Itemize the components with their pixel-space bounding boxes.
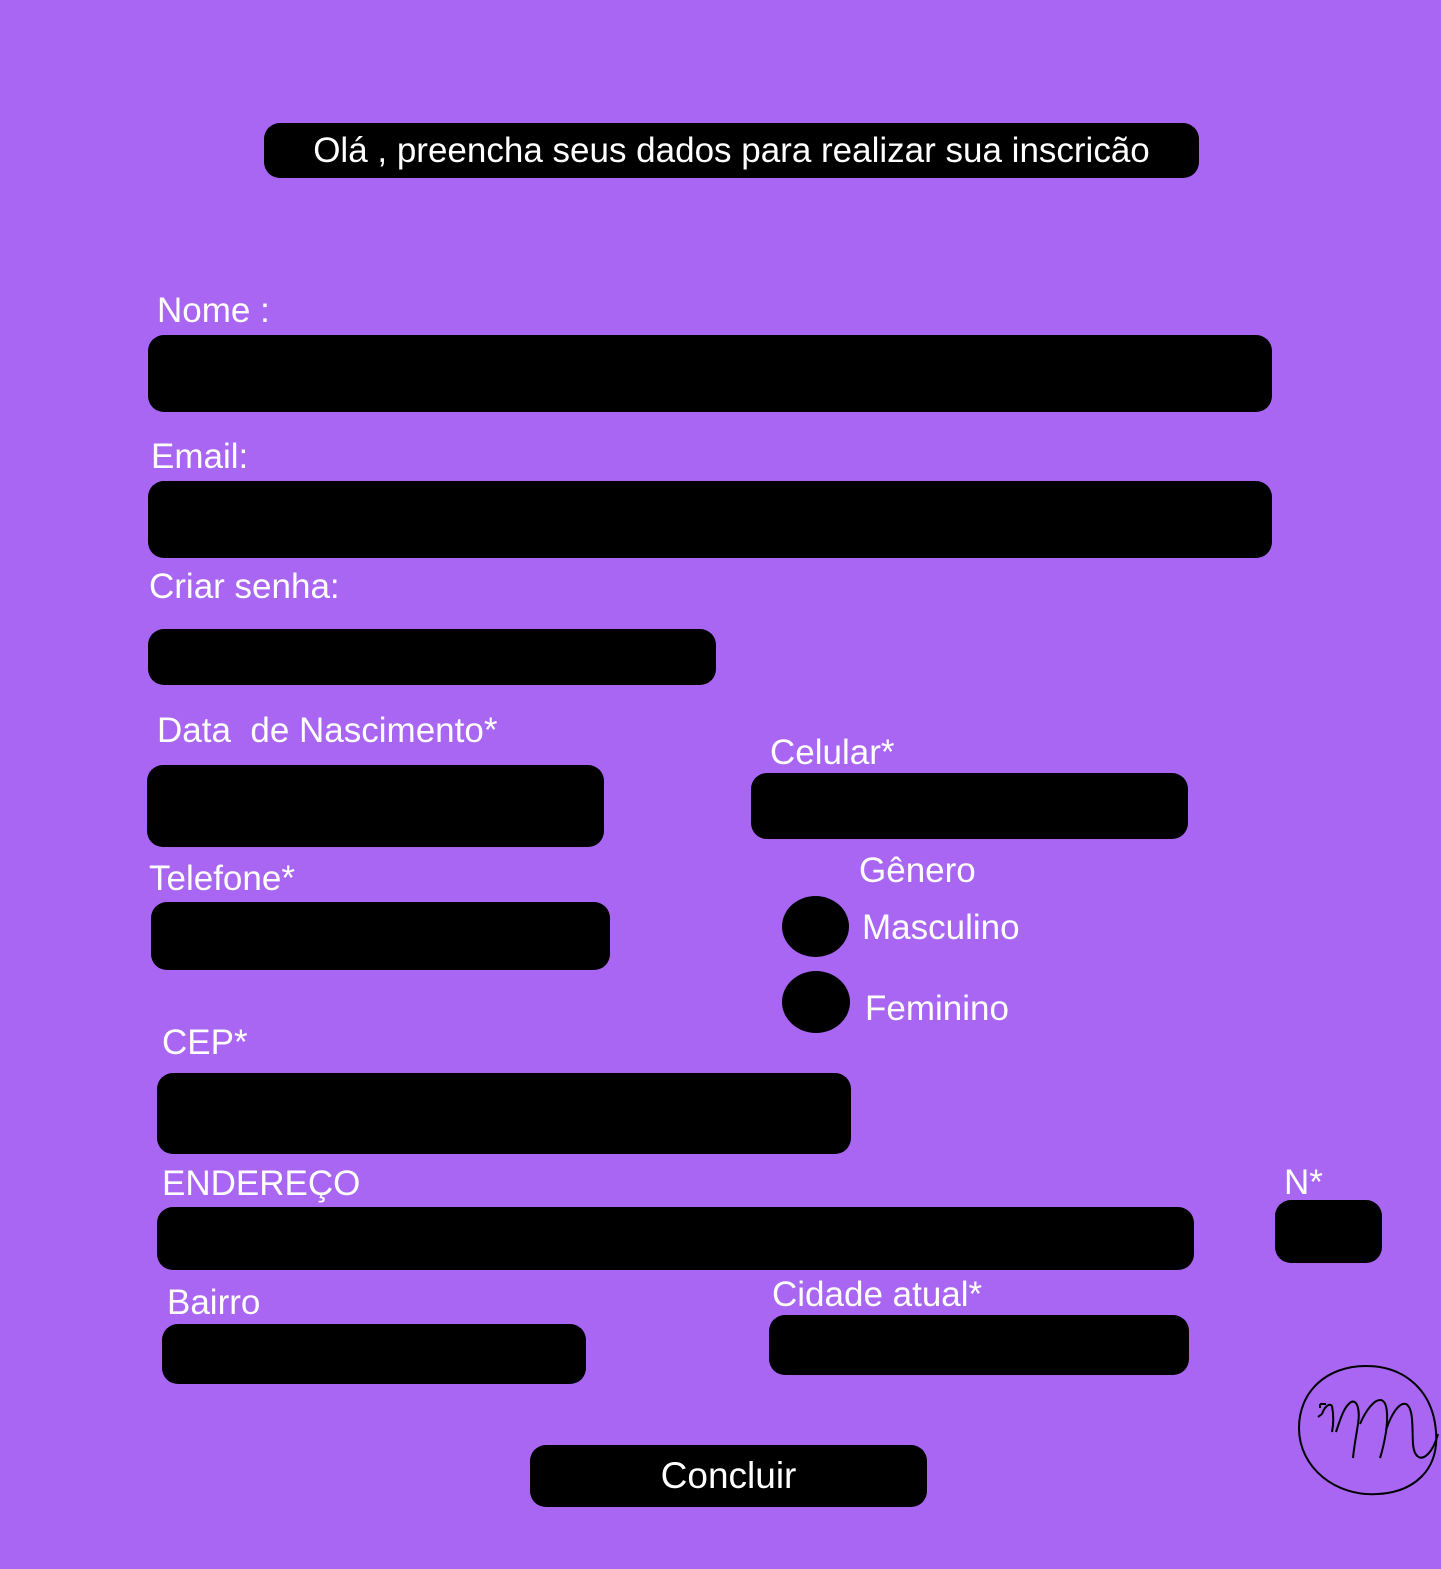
- numero-label: N*: [1284, 1163, 1323, 1202]
- celular-label: Celular*: [770, 733, 895, 772]
- genero-label: Gênero: [859, 851, 976, 890]
- numero-input[interactable]: [1275, 1200, 1382, 1263]
- concluir-button-label: Concluir: [660, 1455, 797, 1496]
- endereco-input[interactable]: [157, 1207, 1194, 1270]
- m-monogram-logo-icon: [1297, 1365, 1439, 1496]
- bairro-label: Bairro: [167, 1283, 261, 1322]
- bairro-input[interactable]: [162, 1324, 586, 1384]
- page-title-banner: Olá , preencha seus dados para realizar …: [264, 123, 1199, 178]
- nome-input[interactable]: [148, 335, 1272, 412]
- nascimento-input[interactable]: [147, 765, 604, 847]
- nome-label: Nome :: [157, 291, 270, 330]
- cep-input[interactable]: [157, 1073, 851, 1154]
- nascimento-label: Data de Nascimento*: [157, 711, 498, 750]
- genero-masculino-label: Masculino: [862, 908, 1020, 947]
- genero-feminino-radio[interactable]: [782, 971, 850, 1033]
- endereco-label: ENDEREÇO: [162, 1164, 361, 1203]
- telefone-input[interactable]: [151, 902, 610, 970]
- email-input[interactable]: [148, 481, 1272, 558]
- genero-feminino-label: Feminino: [865, 989, 1009, 1028]
- telefone-label: Telefone*: [149, 859, 295, 898]
- senha-input[interactable]: [148, 629, 716, 685]
- email-label: Email:: [151, 437, 249, 476]
- page-title: Olá , preencha seus dados para realizar …: [313, 130, 1150, 170]
- genero-masculino-radio[interactable]: [782, 896, 849, 957]
- concluir-button[interactable]: Concluir: [530, 1445, 927, 1507]
- senha-label: Criar senha:: [149, 567, 340, 606]
- cep-label: CEP*: [162, 1023, 248, 1062]
- cidade-label: Cidade atual*: [772, 1275, 983, 1314]
- cidade-input[interactable]: [769, 1315, 1189, 1375]
- celular-input[interactable]: [751, 773, 1188, 839]
